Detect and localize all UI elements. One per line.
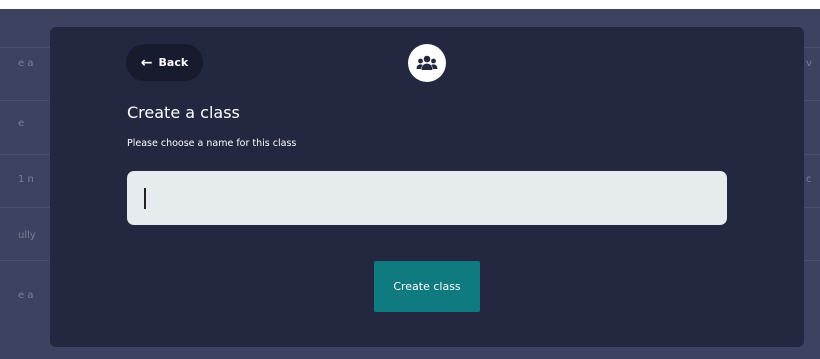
modal-subtitle: Please choose a name for this class — [127, 138, 297, 149]
background-text-fragment: e — [18, 118, 25, 129]
back-button-label: Back — [158, 56, 189, 69]
background-text-fragment: ully — [18, 230, 36, 241]
arrow-left-icon: ← — [140, 54, 153, 71]
background-text-fragment: c — [806, 174, 812, 185]
create-class-button[interactable]: Create class — [374, 261, 480, 312]
background-text-fragment: 1 n — [18, 174, 34, 185]
background-text-fragment: v — [806, 58, 812, 69]
background-text-fragment: e a — [18, 58, 34, 69]
create-class-modal: ← Back Create a class Please choose a na… — [50, 27, 804, 347]
users-group-icon — [408, 44, 446, 82]
text-cursor — [144, 188, 146, 209]
background-text-fragment: e a — [18, 290, 34, 301]
class-name-input[interactable] — [127, 171, 727, 225]
back-button[interactable]: ← Back — [126, 44, 203, 81]
background-top-bar — [0, 0, 820, 9]
modal-title: Create a class — [127, 103, 240, 122]
